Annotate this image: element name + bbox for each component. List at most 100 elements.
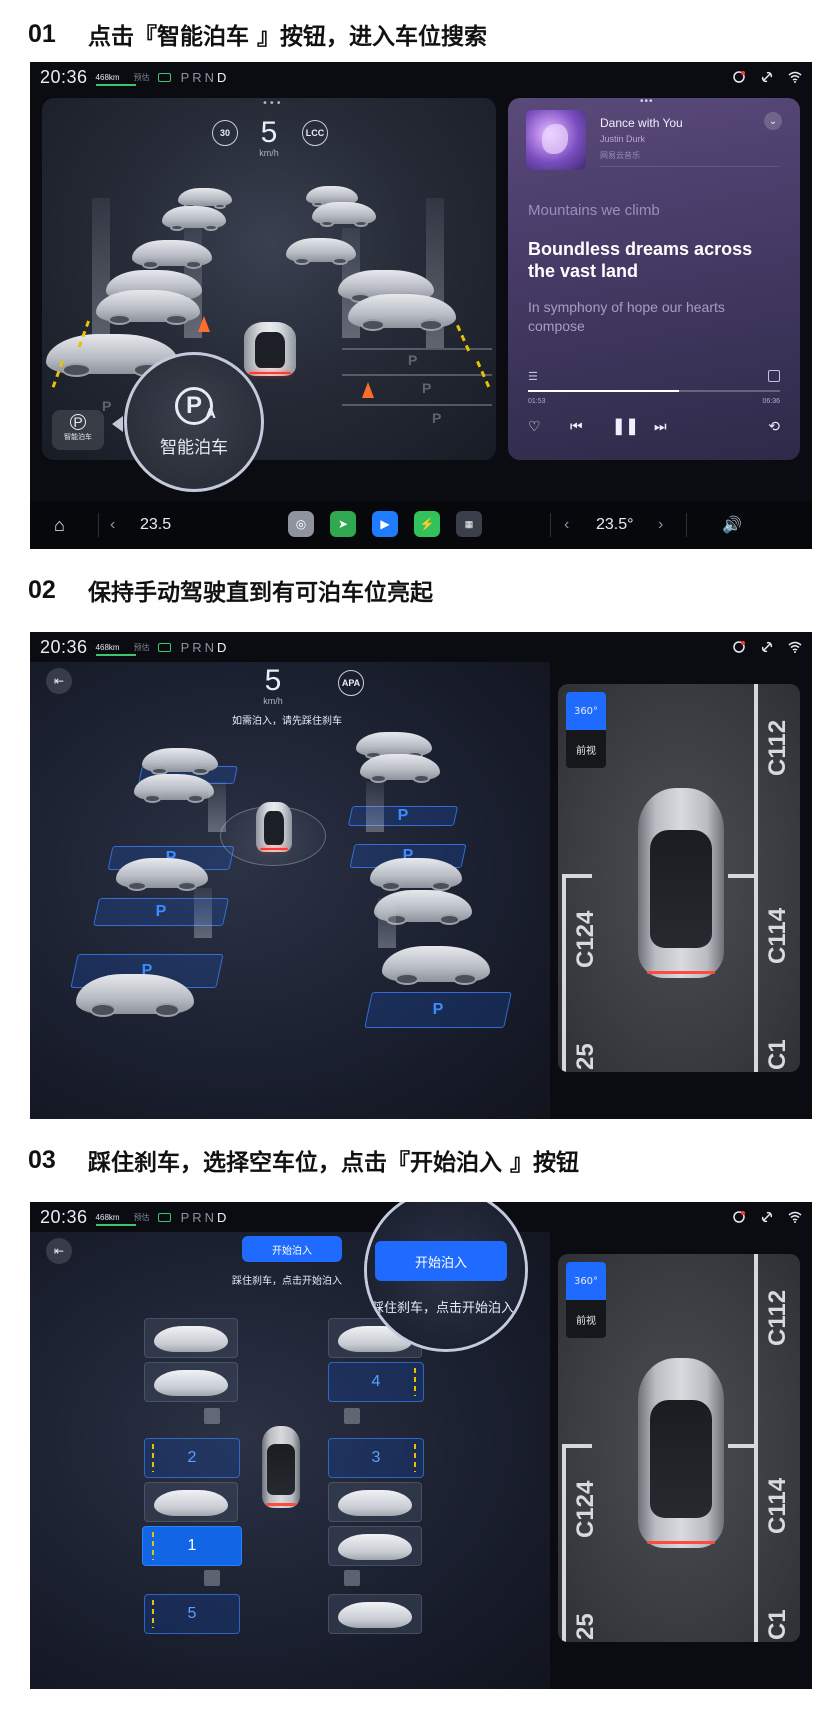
smart-parking-button[interactable]: P 智能泊车 xyxy=(52,410,104,450)
smart-parking-zoom[interactable]: PA 智能泊车 xyxy=(124,352,264,492)
wifi-icon[interactable] xyxy=(788,640,802,654)
steering-wheel-app-icon[interactable]: ◎ xyxy=(288,511,314,537)
link-icon[interactable] xyxy=(760,1210,774,1224)
wifi-icon[interactable] xyxy=(788,70,802,84)
music-card: ••• Dance with You Justin Durk 网易云音乐 ⌄ M… xyxy=(508,98,800,460)
auto-parking-icon: PA xyxy=(175,386,216,425)
parked-car xyxy=(154,1370,228,1396)
parked-car xyxy=(178,188,232,209)
music-source: 网易云音乐 xyxy=(600,151,640,160)
slot-label: C114 xyxy=(764,907,791,964)
previous-track-icon[interactable]: ⏮ xyxy=(570,418,583,435)
driving-view: ••• 30 5 km/h LCC P P P P P 智能泊车 xyxy=(42,98,496,460)
available-slot[interactable]: 3 xyxy=(328,1438,424,1478)
home-icon[interactable]: ⌂ xyxy=(54,501,65,549)
available-slot[interactable]: P xyxy=(364,992,512,1028)
step-text: 点击『智能泊车 』按钮，进入车位搜索 xyxy=(88,24,488,50)
lane-line xyxy=(562,874,566,1072)
apa-button[interactable]: APA xyxy=(338,670,364,696)
divider xyxy=(686,513,687,537)
lcc-button[interactable]: LCC xyxy=(302,120,328,146)
tab-360[interactable]: 360° xyxy=(566,1262,606,1300)
estimate-label: 预估 xyxy=(133,642,150,652)
playlist-icon[interactable]: ☰ xyxy=(528,370,538,383)
repeat-icon[interactable]: ⟲ xyxy=(768,418,780,435)
step-title-2: 02 保持手动驾驶直到有可泊车位亮起 xyxy=(28,570,433,610)
temp-right-increase[interactable]: › xyxy=(658,501,663,549)
energy-app-icon[interactable]: ⚡ xyxy=(414,511,440,537)
selected-slot[interactable]: 1 xyxy=(142,1526,242,1566)
status-bar: 20:36 468km 预估 PRND xyxy=(30,62,812,92)
lane-line xyxy=(728,874,758,878)
tab-360[interactable]: 360° xyxy=(566,692,606,730)
voice-assistant-icon[interactable] xyxy=(732,1210,746,1224)
next-track-icon[interactable]: ⏭ xyxy=(654,418,667,435)
link-icon[interactable] xyxy=(760,640,774,654)
chevron-down-icon[interactable]: ⌄ xyxy=(764,112,782,130)
status-bar: 20:36 468km 预估 PRND xyxy=(30,632,812,662)
parked-car xyxy=(286,238,356,265)
available-slot[interactable]: 2 xyxy=(144,1438,240,1478)
tab-front-view[interactable]: 前视 xyxy=(566,1300,606,1338)
available-slot[interactable]: 5 xyxy=(144,1594,240,1634)
progress-bar[interactable] xyxy=(528,390,780,392)
drag-handle[interactable]: ••• xyxy=(262,98,283,109)
brake-hint: 踩住刹车，点击开始泊入 xyxy=(232,1276,342,1287)
temp-right-decrease[interactable]: ‹ xyxy=(564,501,569,549)
drag-handle[interactable]: ••• xyxy=(640,98,654,107)
album-cover[interactable] xyxy=(526,110,586,170)
parking-slot-marker: P xyxy=(102,398,112,414)
lane-line xyxy=(754,1254,758,1642)
screen-3: 20:36 468km 预估 PRND ⇤ 开始泊入 踩住刹车，点击开始泊入 2… xyxy=(30,1202,812,1689)
volume-icon[interactable]: 🔊 xyxy=(722,501,742,549)
parking-icon: P xyxy=(70,414,86,430)
screen-2: 20:36 468km 预估 PRND ⇤ 5 km/h APA 如需泊入，请先… xyxy=(30,632,812,1119)
voice-assistant-icon[interactable] xyxy=(732,70,746,84)
gear-selector: PRND xyxy=(180,1209,230,1225)
wifi-icon[interactable] xyxy=(788,1210,802,1224)
start-button-zoom: 开始泊入 踩住刹车，点击开始泊入 xyxy=(364,1202,528,1352)
pillar xyxy=(344,1408,360,1424)
step-title-1: 01 点击『智能泊车 』按钮，进入车位搜索 xyxy=(28,14,487,54)
parked-car xyxy=(132,240,212,269)
ego-vehicle-topdown xyxy=(638,788,724,978)
speed-unit: km/h xyxy=(263,696,283,706)
exit-icon[interactable]: ⇤ xyxy=(46,1238,72,1264)
ego-vehicle xyxy=(262,1426,300,1508)
pillar xyxy=(366,782,384,832)
available-slot[interactable]: 4 xyxy=(328,1362,424,1402)
slot-label: C114 xyxy=(764,1477,791,1534)
apps-grid-icon[interactable]: ▦ xyxy=(456,511,482,537)
pause-icon[interactable]: ❚❚ xyxy=(612,416,639,436)
link-icon[interactable] xyxy=(760,70,774,84)
lane-line xyxy=(342,404,492,406)
camera-tabs: 360° 前视 xyxy=(566,1262,606,1338)
step-number: 03 xyxy=(28,1145,56,1174)
available-slot[interactable]: P xyxy=(347,806,459,826)
navigation-app-icon[interactable]: ➤ xyxy=(330,511,356,537)
start-parking-button[interactable]: 开始泊入 xyxy=(242,1236,342,1262)
voice-assistant-icon[interactable] xyxy=(732,640,746,654)
progress-fill xyxy=(528,390,680,392)
parked-car xyxy=(338,1602,412,1628)
total-time: 06:36 xyxy=(762,398,780,405)
slot-label: C124 xyxy=(572,1480,599,1538)
tab-front-view[interactable]: 前视 xyxy=(566,730,606,768)
video-call-app-icon[interactable]: ▶ xyxy=(372,511,398,537)
song-title: Dance with You xyxy=(600,116,683,130)
start-parking-button-zoomed[interactable]: 开始泊入 xyxy=(375,1241,507,1281)
step-title-3: 03 踩住刹车，选择空车位，点击『开始泊入 』按钮 xyxy=(28,1140,579,1180)
parking-slot-marker: P xyxy=(432,410,442,426)
divider xyxy=(550,513,551,537)
smart-parking-zoom-label: 智能泊车 xyxy=(160,437,228,458)
heart-icon[interactable]: ♡ xyxy=(528,418,541,435)
divider xyxy=(600,166,780,167)
exit-icon[interactable]: ⇤ xyxy=(46,668,72,694)
parked-car xyxy=(154,1490,228,1516)
lyrics-icon[interactable] xyxy=(768,370,780,382)
range-readout: 468km xyxy=(95,1212,136,1226)
clock: 20:36 xyxy=(40,66,88,87)
temp-left-decrease[interactable]: ‹ xyxy=(110,501,115,549)
slot-label: C124 xyxy=(572,910,599,968)
divider xyxy=(98,513,99,537)
